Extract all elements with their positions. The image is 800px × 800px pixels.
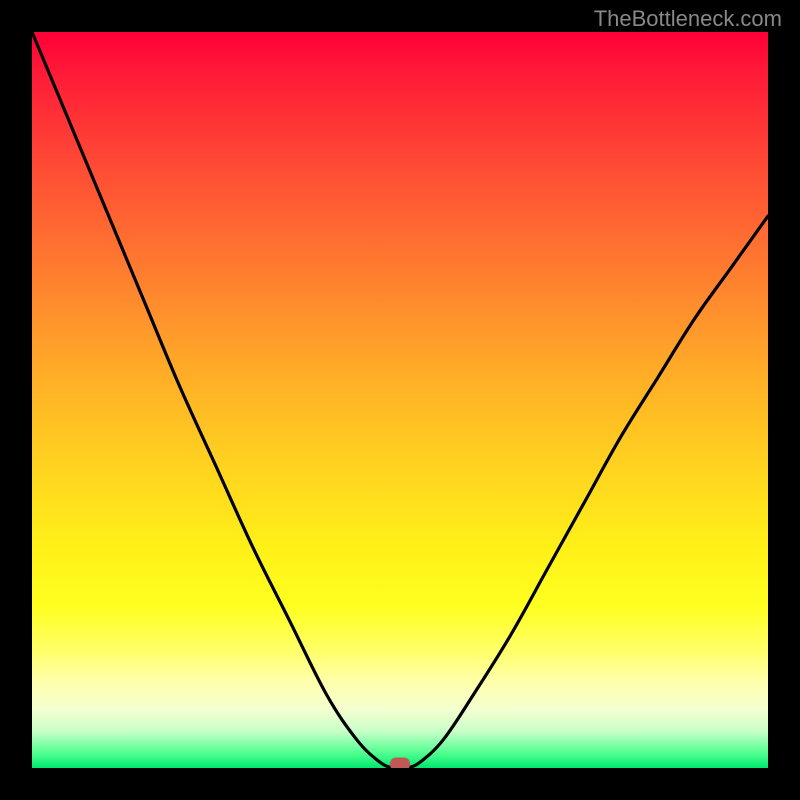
watermark-text: TheBottleneck.com bbox=[594, 6, 782, 32]
plot-area bbox=[32, 32, 768, 768]
bottleneck-curve bbox=[32, 32, 768, 768]
optimal-marker bbox=[390, 758, 410, 768]
curve-svg bbox=[32, 32, 768, 768]
